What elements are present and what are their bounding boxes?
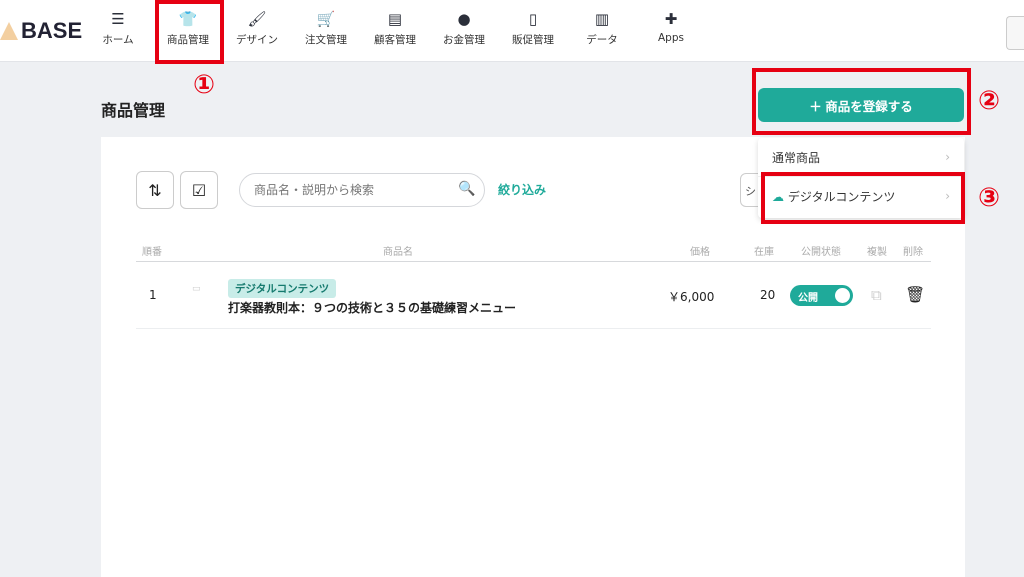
header-duplicate: 複製 xyxy=(867,247,887,258)
header-price: 価格 xyxy=(690,247,710,258)
filter-link[interactable]: 絞り込み xyxy=(498,181,546,198)
nav-item-7[interactable]: ▥ データ xyxy=(567,10,637,47)
side-tool-button[interactable] xyxy=(1006,16,1024,50)
toggle-label: 公開 xyxy=(798,293,818,304)
nav-item-8[interactable]: ✚ Apps xyxy=(636,10,706,44)
nav-item-0[interactable]: ☰ ホーム xyxy=(83,10,153,47)
annotation-box-1 xyxy=(155,0,224,64)
nav-label: 注文管理 xyxy=(305,34,347,46)
nav-label: 顧客管理 xyxy=(374,34,416,46)
page-title: 商品管理 xyxy=(101,101,166,120)
home-list-icon: ☰ xyxy=(111,10,125,28)
row-order: 1 xyxy=(149,288,157,302)
cart-icon: 🛒 xyxy=(316,10,336,28)
base-logo[interactable]: BASE xyxy=(0,18,82,44)
product-name-link[interactable]: 打楽器教則本：９つの技術と３５の基礎練習メニュー xyxy=(228,299,516,316)
nav-label: Apps xyxy=(658,32,684,44)
chevron-right-icon: › xyxy=(945,150,950,164)
header-delete: 削除 xyxy=(903,247,923,258)
id-card-icon: ▤ xyxy=(387,10,403,28)
nav-label: 販促管理 xyxy=(512,34,554,46)
add-product-button[interactable]: ＋ 商品を登録する xyxy=(758,88,964,122)
header-status: 公開状態 xyxy=(801,247,841,258)
header-name: 商品名 xyxy=(383,247,413,258)
nav-label: データ xyxy=(586,34,618,46)
nav-item-6[interactable]: ▯ 販促管理 xyxy=(498,10,568,47)
purse-icon: ● xyxy=(457,10,471,28)
nav-label: デザイン xyxy=(236,34,278,46)
puzzle-icon: ✚ xyxy=(664,10,678,28)
header-divider xyxy=(136,261,931,262)
bar-chart-icon: ▥ xyxy=(594,10,610,28)
nav-label: ホーム xyxy=(102,34,134,46)
sort-button[interactable]: ⇅ xyxy=(136,171,174,209)
header-stock: 在庫 xyxy=(754,247,774,258)
annotation-number-3: ③ xyxy=(978,183,1001,213)
annotation-number-1: ① xyxy=(193,70,216,100)
publish-toggle[interactable]: 公開 xyxy=(790,285,853,306)
smartphone-icon: ▯ xyxy=(528,10,538,28)
bulk-select-button[interactable]: ☑ xyxy=(180,171,218,209)
annotation-number-2: ② xyxy=(978,86,1001,116)
row-divider xyxy=(136,328,931,329)
nav-item-4[interactable]: ▤ 顧客管理 xyxy=(360,10,430,47)
header-order: 順番 xyxy=(142,247,162,258)
duplicate-icon[interactable]: ⧉ xyxy=(871,286,882,304)
nav-item-3[interactable]: 🛒 注文管理 xyxy=(291,10,361,47)
trash-icon[interactable]: 🗑 xyxy=(905,285,925,304)
menu-item-label: 通常商品 xyxy=(772,150,821,165)
menu-item-regular-product[interactable]: 通常商品 › xyxy=(758,138,964,176)
nav-item-5[interactable]: ● お金管理 xyxy=(429,10,499,47)
annotation-box-3 xyxy=(761,172,965,224)
sort-arrows-icon: ⇅ xyxy=(148,180,162,200)
search-input[interactable] xyxy=(239,173,485,207)
search-icon[interactable]: 🔍 xyxy=(458,181,475,197)
row-stock: 20 xyxy=(760,288,776,302)
nav-item-2[interactable]: 🖌 デザイン xyxy=(222,10,292,47)
digital-content-badge: デジタルコンテンツ xyxy=(228,279,337,298)
nav-label: お金管理 xyxy=(443,34,485,46)
brush-icon: 🖌 xyxy=(247,10,267,28)
checkbox-icon: ☑ xyxy=(191,180,207,200)
tent-icon xyxy=(0,22,18,40)
row-price: ￥6,000 xyxy=(668,290,715,304)
toggle-knob xyxy=(835,288,850,303)
top-nav-bar: BASE ☰ ホーム 👕 商品管理 🖌 デザイン 🛒 注文管理 ▤ 顧客管理 ● お金管理 ▯ 販促管理 ▥… xyxy=(0,0,1024,62)
thumbnail-placeholder-icon: ▭ xyxy=(192,284,201,294)
brand-name: BASE xyxy=(21,18,83,43)
